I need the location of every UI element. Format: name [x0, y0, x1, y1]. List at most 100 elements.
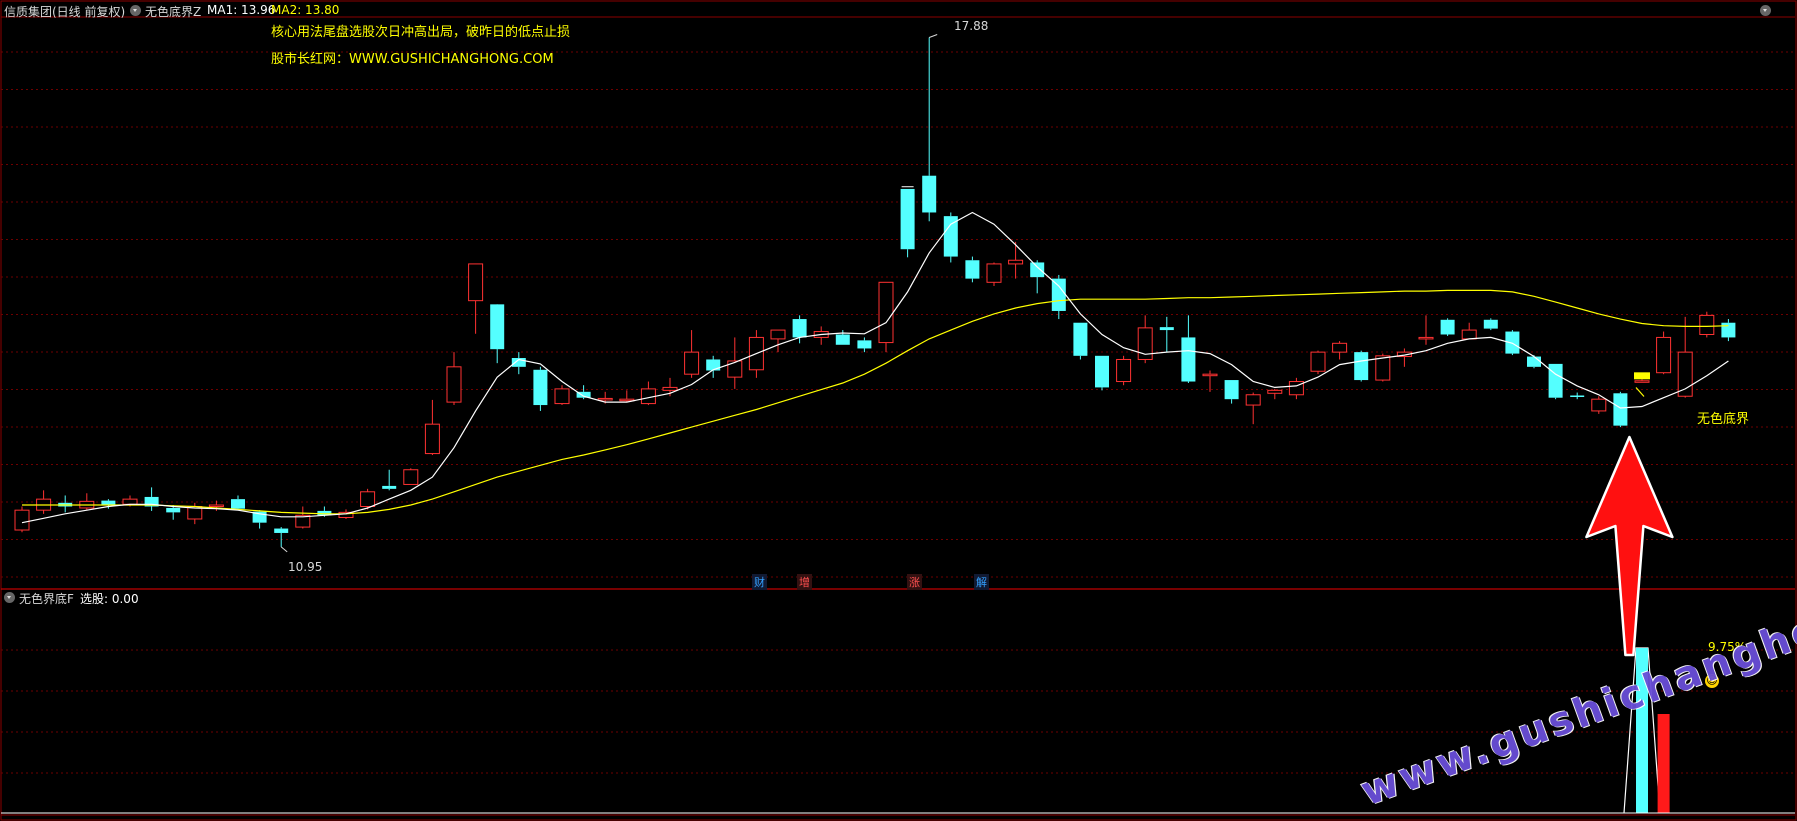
candle	[1030, 260, 1045, 294]
candle-body	[1332, 342, 1348, 353]
candle-body	[1656, 336, 1672, 374]
candle	[1073, 322, 1088, 360]
candle-body	[1116, 358, 1132, 383]
candle	[554, 385, 570, 406]
candle-body	[468, 263, 484, 302]
event-tag-rise[interactable]: 涨	[907, 574, 922, 590]
event-tag-increase[interactable]: 增	[797, 574, 812, 590]
candle-body	[965, 260, 980, 279]
candle-body	[857, 340, 872, 349]
sub-indicator-dropdown-icon[interactable]	[4, 592, 15, 603]
candle	[1699, 311, 1715, 338]
annotation-usage: 核心用法尾盘选股次日冲高出局，破昨日的低点止损	[271, 25, 571, 40]
signal-box	[1634, 372, 1650, 380]
candle-series	[14, 37, 1736, 547]
candle-body	[1613, 393, 1628, 426]
candle-body	[1008, 259, 1024, 265]
candle-body	[1418, 336, 1434, 340]
price-marks	[280, 34, 1650, 553]
candle-body	[1634, 380, 1650, 383]
candle-body	[1051, 278, 1066, 311]
low-price-label: 10.95	[288, 560, 323, 574]
candle-body	[554, 388, 570, 405]
candle	[1548, 363, 1563, 400]
event-tag-finance[interactable]: 财	[752, 574, 767, 590]
candle	[857, 337, 872, 353]
candle-body	[1224, 380, 1239, 400]
candle	[36, 490, 52, 514]
candle	[1570, 392, 1585, 400]
candle-body	[986, 263, 1002, 283]
candle	[1591, 396, 1607, 414]
candle-body	[122, 498, 138, 505]
candle	[231, 495, 245, 511]
candle	[1461, 322, 1477, 340]
candle	[446, 352, 462, 406]
candle	[1440, 318, 1455, 336]
stock-title: 信质集团(日线 前复权)	[4, 5, 126, 19]
candle-body	[101, 500, 116, 506]
candle	[58, 495, 73, 513]
candle-body	[900, 188, 915, 250]
signal-label: 无色底界	[1697, 412, 1750, 427]
ma1-label: MA1: 13.96	[207, 3, 276, 17]
candle	[1310, 350, 1326, 375]
candle	[1159, 316, 1174, 353]
candle-body	[1461, 329, 1477, 340]
candle-body	[274, 528, 289, 533]
red-up-arrow	[1585, 435, 1674, 657]
candle	[1008, 241, 1024, 279]
candle-body	[1570, 395, 1585, 397]
window-collapse-icon[interactable]	[1760, 5, 1771, 16]
candle-body	[1591, 398, 1607, 412]
candle-body	[1245, 394, 1261, 406]
candle-body	[208, 504, 224, 508]
annotation-website: 股市长红网：WWW.GUSHICHANGHONG.COM	[271, 52, 554, 67]
candle-body	[533, 369, 548, 406]
candle	[770, 329, 786, 353]
candle	[900, 188, 915, 258]
candle-body	[597, 397, 613, 401]
candle	[1116, 355, 1132, 386]
red-signal-bar	[1657, 714, 1670, 813]
candle	[1137, 315, 1153, 364]
candle-body	[1375, 355, 1391, 381]
candle	[1483, 318, 1498, 331]
candle-body	[231, 499, 245, 509]
candle-body	[835, 334, 850, 345]
candle	[1418, 315, 1434, 345]
candle-body	[792, 319, 807, 338]
candle-body	[360, 491, 376, 507]
candle-body	[1202, 373, 1218, 377]
candle	[1245, 392, 1261, 425]
candle	[1181, 315, 1196, 384]
grid-lines	[0, 0, 1797, 821]
candle-body	[1483, 319, 1498, 329]
candle	[1396, 348, 1412, 367]
candle-body	[727, 360, 743, 378]
ma2-label: MA2: 13.80	[271, 3, 340, 17]
indicator-dropdown-icon[interactable]	[130, 5, 141, 16]
candle	[986, 262, 1002, 286]
candle-body	[1440, 319, 1455, 335]
candle	[79, 493, 95, 511]
candle-body	[878, 281, 894, 344]
candle	[943, 212, 958, 263]
candle	[1224, 380, 1239, 404]
candle-body	[1677, 351, 1693, 397]
candle	[1202, 370, 1218, 392]
candle	[403, 468, 419, 485]
event-tag-unlock[interactable]: 解	[974, 574, 989, 590]
candle-body	[14, 509, 30, 531]
candle-body	[1310, 351, 1326, 372]
candle-body	[1030, 262, 1045, 278]
candle-body	[382, 485, 397, 489]
signal-pointer	[1635, 387, 1645, 397]
candle-body	[1267, 389, 1283, 394]
candle	[640, 381, 656, 406]
candle	[295, 506, 311, 529]
candle-body	[446, 366, 462, 403]
sub-panel-title: 无色界底F	[19, 592, 74, 606]
candle	[1721, 319, 1736, 342]
candle	[727, 337, 743, 389]
